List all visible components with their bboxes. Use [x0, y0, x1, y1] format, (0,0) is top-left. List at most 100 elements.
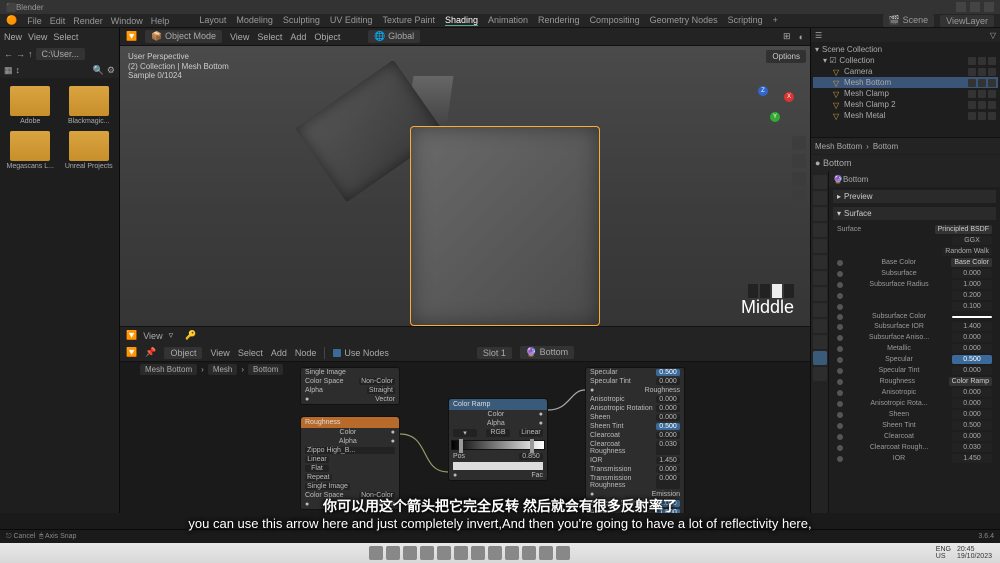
menu-window[interactable]: Window [111, 16, 143, 26]
prop-row-8[interactable]: Metallic0.000 [833, 343, 996, 354]
ne-add[interactable]: Add [271, 348, 287, 358]
bc-data[interactable]: Mesh [208, 364, 238, 375]
vp-view[interactable]: View [230, 32, 249, 42]
mode-select[interactable]: 📦 Object Mode [145, 30, 222, 43]
ol-mesh-clamp[interactable]: ▽Mesh Clamp [813, 88, 998, 99]
persp-icon[interactable] [792, 190, 806, 204]
tab-modifier[interactable] [813, 271, 827, 285]
vp-add[interactable]: Add [290, 32, 306, 42]
menu-edit[interactable]: Edit [50, 16, 66, 26]
taskbar-app-6[interactable] [488, 546, 502, 560]
preview-section[interactable]: ▸ Preview [833, 190, 996, 203]
tab-compositing[interactable]: Compositing [590, 15, 640, 26]
tab-rendering[interactable]: Rendering [538, 15, 580, 26]
tab-particle[interactable] [813, 287, 827, 301]
tab-layout[interactable]: Layout [199, 15, 226, 26]
prop-row-10[interactable]: Specular Tint0.000 [833, 365, 996, 376]
tab-view[interactable] [813, 207, 827, 221]
tab-scripting[interactable]: Scripting [728, 15, 763, 26]
bc-obj[interactable]: Mesh Bottom [815, 142, 862, 151]
camera-icon[interactable] [792, 172, 806, 186]
prop-row-1[interactable]: Subsurface0.000 [833, 268, 996, 279]
close-button[interactable] [984, 2, 994, 12]
tab-texture[interactable] [813, 367, 827, 381]
taskbar-app-1[interactable] [403, 546, 417, 560]
surface-shader[interactable]: Principled BSDF [935, 225, 992, 234]
outliner-icon[interactable]: ☰ [815, 31, 822, 40]
taskbar-app-9[interactable] [539, 546, 553, 560]
folder-adobe[interactable]: Adobe [4, 86, 57, 125]
prop-row-0[interactable]: Base ColorBase Color [833, 257, 996, 268]
subsurface-method[interactable]: Random Walk [942, 247, 992, 256]
sort-icon[interactable]: ↕ [16, 65, 21, 75]
tab-world[interactable] [813, 239, 827, 253]
prop-row-15[interactable]: Sheen Tint0.500 [833, 420, 996, 431]
taskbar-app-7[interactable] [505, 546, 519, 560]
tab-object[interactable] [813, 255, 827, 269]
tab-shading[interactable]: Shading [445, 15, 478, 26]
prop-row-16[interactable]: Clearcoat0.000 [833, 431, 996, 442]
tab-mesh[interactable] [813, 335, 827, 349]
prop-row-9[interactable]: Specular0.500 [833, 354, 996, 365]
ol-mesh-metal[interactable]: ▽Mesh Metal [813, 110, 998, 121]
prop-row-5[interactable]: Subsurface Color [833, 312, 996, 321]
ol-scene[interactable]: ▾Scene Collection [813, 44, 998, 55]
menu-file[interactable]: File [27, 16, 42, 26]
shader-editor[interactable]: 🔽 📌 Object View Select Add Node Use Node… [120, 344, 810, 513]
taskbar-app-10[interactable] [556, 546, 570, 560]
colorramp-gradient[interactable] [451, 440, 545, 450]
taskbar-app-3[interactable] [437, 546, 451, 560]
tab-texture[interactable]: Texture Paint [382, 15, 435, 26]
tab-geonodes[interactable]: Geometry Nodes [650, 15, 718, 26]
tray-lang[interactable]: ENGUS [936, 546, 951, 560]
gear-icon[interactable]: ⚙ [107, 65, 115, 76]
imagetex-node-top[interactable]: Single Image Color SpaceNon-Color AlphaS… [300, 367, 400, 405]
taskbar-app-8[interactable] [522, 546, 536, 560]
fwd-icon[interactable]: → [16, 49, 25, 59]
3d-viewport[interactable]: User Perspective (2) Collection | Mesh B… [120, 46, 810, 326]
folder-unreal[interactable]: Unreal Projects [63, 131, 116, 170]
pan-icon[interactable] [792, 154, 806, 168]
tab-constraint[interactable] [813, 319, 827, 333]
use-nodes-checkbox[interactable]: Use Nodes [333, 348, 389, 358]
taskbar-app-5[interactable] [471, 546, 485, 560]
ne-object-mode[interactable]: Object [164, 347, 202, 359]
ramp-handle-0[interactable] [459, 439, 463, 453]
prop-row-6[interactable]: Subsurface IOR1.400 [833, 321, 996, 332]
editor-type-icon[interactable]: 🔽 [126, 31, 137, 42]
back-icon[interactable]: ← [4, 49, 13, 59]
maximize-button[interactable] [970, 2, 980, 12]
node-canvas[interactable]: Single Image Color SpaceNon-Color AlphaS… [120, 362, 810, 513]
prop-row-17[interactable]: Clearcoat Rough...0.030 [833, 442, 996, 453]
prop-row-11[interactable]: RoughnessColor Ramp [833, 376, 996, 387]
taskbar-start[interactable] [369, 546, 383, 560]
tl-view[interactable]: View [143, 331, 162, 341]
prop-row-18[interactable]: IOR1.450 [833, 453, 996, 464]
ol-mesh-clamp2[interactable]: ▽Mesh Clamp 2 [813, 99, 998, 110]
filter-icon[interactable]: ▽ [990, 31, 996, 40]
tab-output[interactable] [813, 191, 827, 205]
viewport-options[interactable]: Options [766, 50, 806, 63]
fb-new[interactable]: New [4, 32, 22, 42]
shading-pills[interactable] [748, 284, 794, 298]
overlays-icon[interactable]: ⊞ [783, 31, 791, 42]
menu-render[interactable]: Render [73, 16, 103, 26]
tab-material[interactable] [813, 351, 827, 365]
axis-z-icon[interactable]: Z [758, 86, 768, 96]
taskbar-search[interactable] [386, 546, 400, 560]
tab-physics[interactable] [813, 303, 827, 317]
tab-scene[interactable] [813, 223, 827, 237]
folder-blackmagic[interactable]: Blackmagic... [63, 86, 116, 125]
up-icon[interactable]: ↑ [28, 49, 33, 59]
colorramp-node[interactable]: Color Ramp Color ● Alpha ● ▾RGBLinear Po… [448, 398, 548, 481]
tab-uv[interactable]: UV Editing [330, 15, 373, 26]
prop-row-7[interactable]: Subsurface Aniso...0.000 [833, 332, 996, 343]
roughness-tex-node[interactable]: Roughness Color ● Alpha ● Zippo High_B..… [300, 416, 400, 510]
tray-clock[interactable]: 20:4519/10/2023 [957, 546, 992, 560]
viewlayer-select[interactable]: ViewLayer [940, 15, 994, 27]
axis-y-icon[interactable]: Y [770, 112, 780, 122]
3d-object-body[interactable] [410, 126, 600, 326]
tab-sculpting[interactable]: Sculpting [283, 15, 320, 26]
tab-modeling[interactable]: Modeling [236, 15, 273, 26]
tab-animation[interactable]: Animation [488, 15, 528, 26]
